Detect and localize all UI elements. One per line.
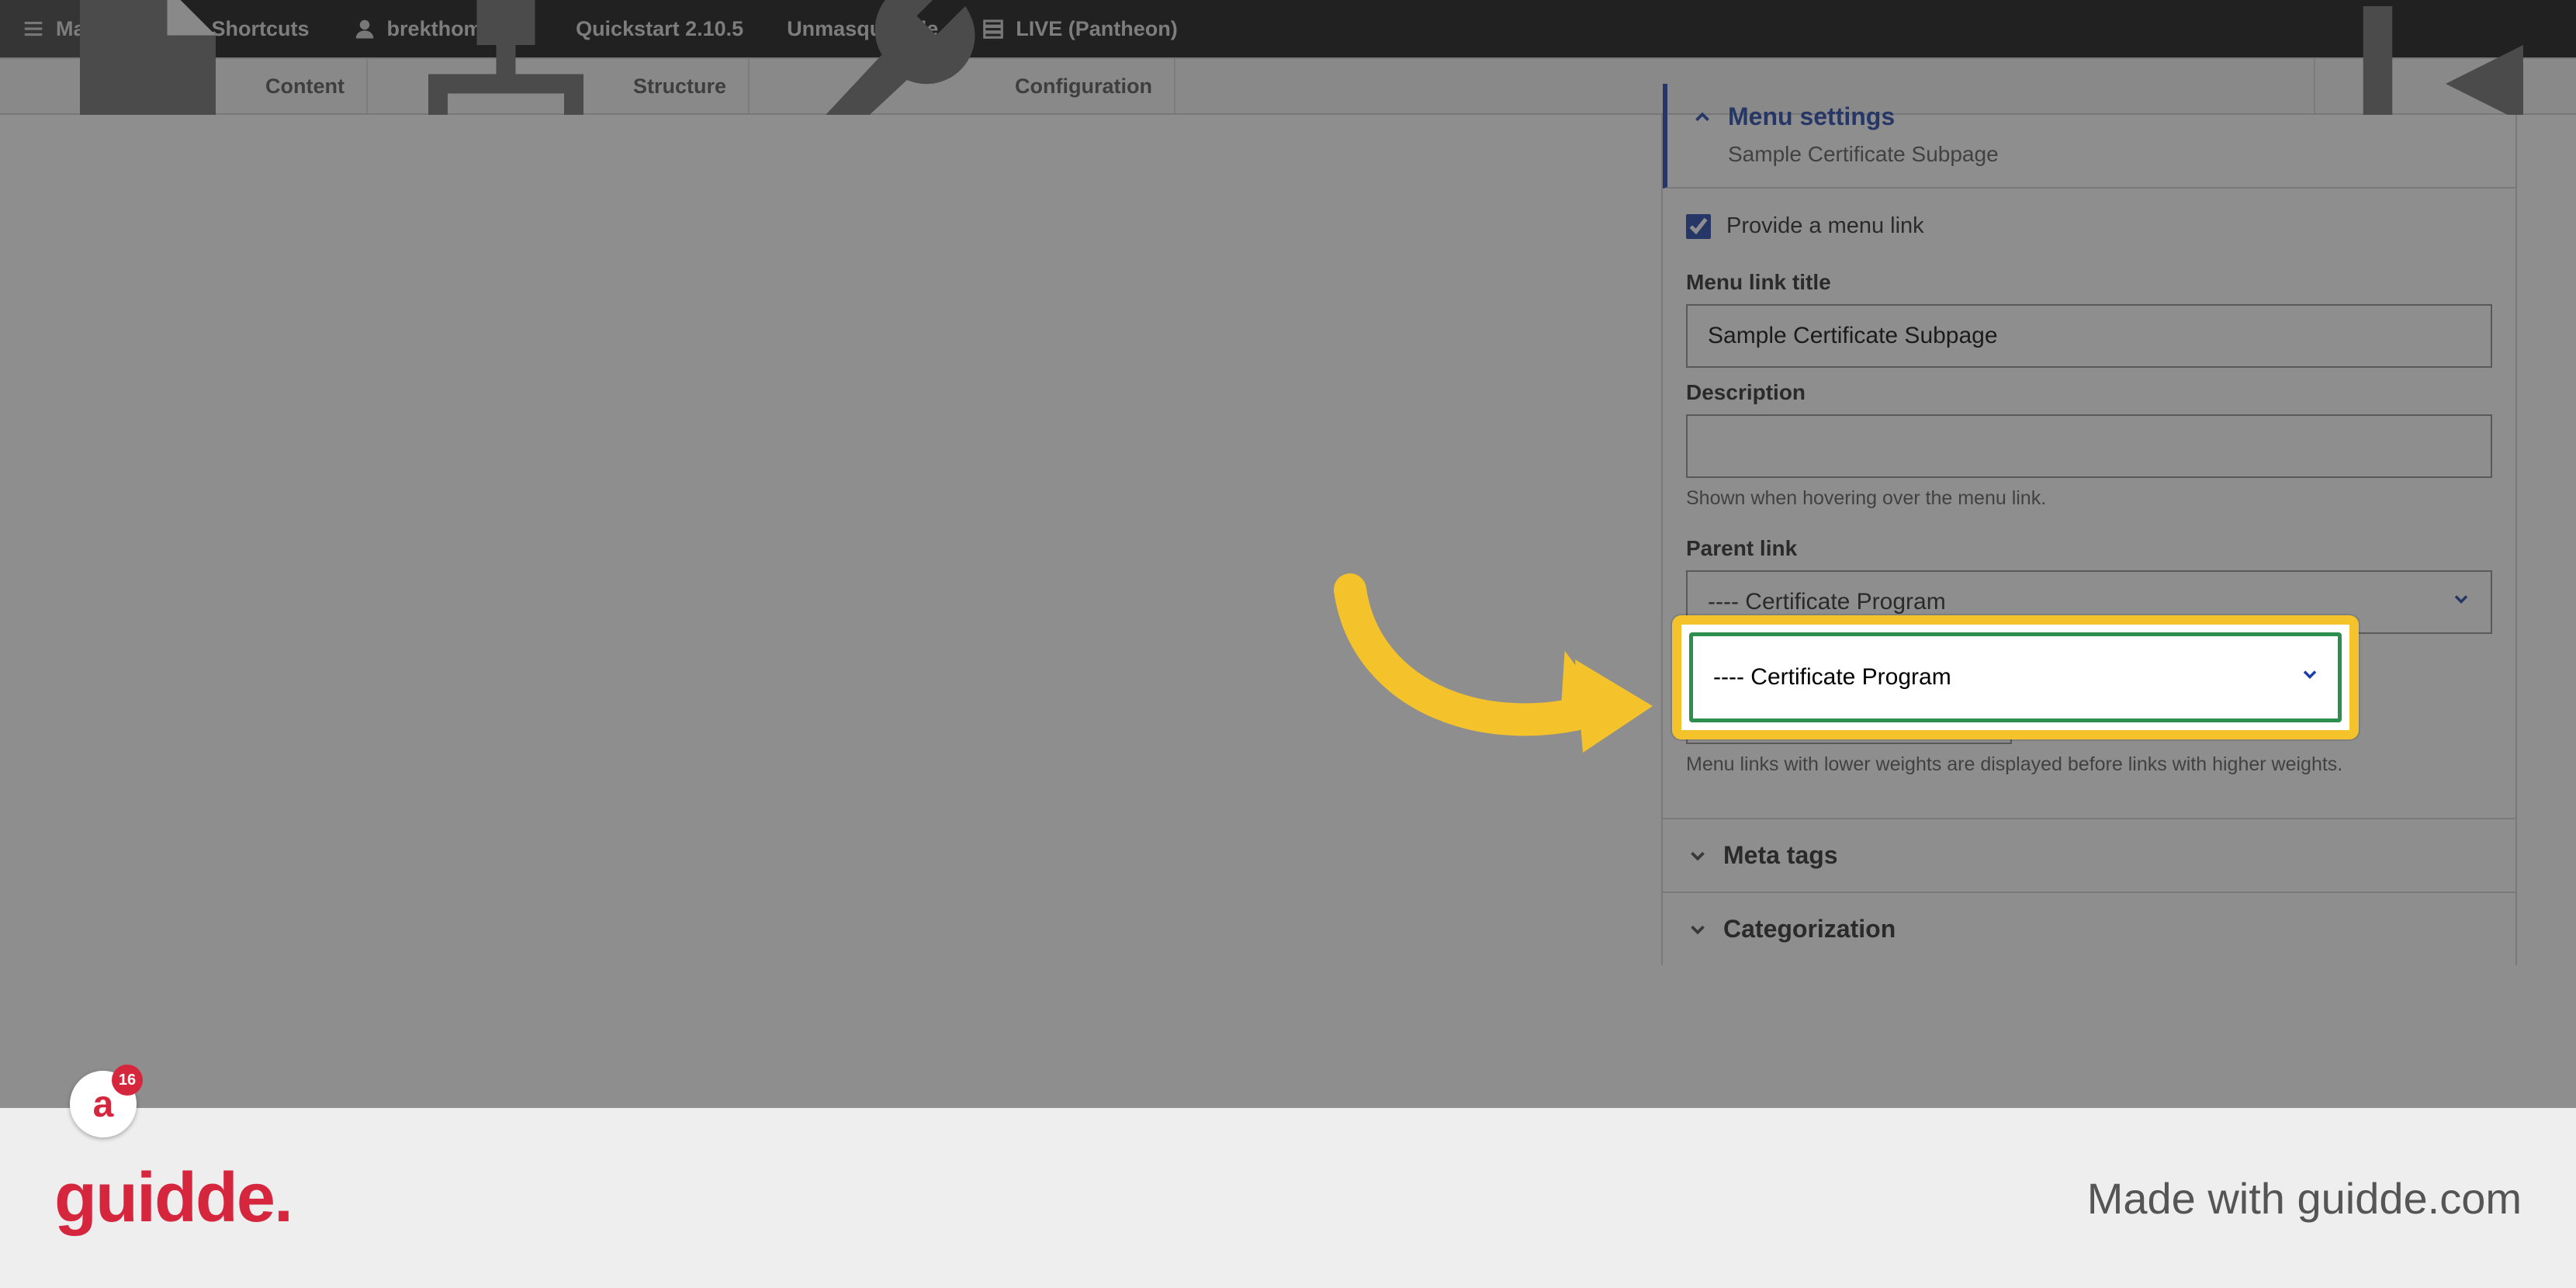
categorization-label: Categorization <box>1723 915 1896 943</box>
provide-menu-link-checkbox[interactable] <box>1686 214 1711 239</box>
menu-settings-subtitle: Sample Certificate Subpage <box>1667 142 2515 187</box>
badge-letter: a <box>93 1083 114 1126</box>
structure-tab[interactable]: Structure <box>368 59 750 113</box>
meta-tags-section[interactable]: Meta tags <box>1663 818 2515 892</box>
chevron-down-icon <box>1686 844 1709 867</box>
weight-help: Menu links with lower weights are displa… <box>1686 744 2492 790</box>
menu-link-title-input[interactable] <box>1686 304 2492 368</box>
provide-menu-link-label: Provide a menu link <box>1726 213 1924 239</box>
description-input[interactable] <box>1686 414 2492 478</box>
description-label: Description <box>1686 368 2492 414</box>
parent-link-value-highlighted: ---- Certificate Program <box>1713 664 1951 691</box>
chevron-down-icon <box>2299 663 2321 691</box>
guidde-logo: guidde. <box>54 1158 292 1238</box>
parent-link-value: ---- Certificate Program <box>1708 589 1946 615</box>
admin-toolbar-primary: Manage Shortcuts brekthompson Quickstart… <box>0 0 2576 57</box>
provide-menu-link-checkbox-row[interactable]: Provide a menu link <box>1686 204 2492 258</box>
guidde-attribution: Made with guidde.com <box>2087 1173 2522 1224</box>
parent-link-label: Parent link <box>1686 524 2492 570</box>
configuration-label: Configuration <box>1015 74 1152 99</box>
guidde-footer: guidde. Made with guidde.com <box>0 1108 2576 1288</box>
description-help: Shown when hovering over the menu link. <box>1686 478 2492 524</box>
settings-side-panel: Menu settings Sample Certificate Subpage… <box>1661 115 2517 965</box>
live-label: LIVE (Pantheon) <box>1016 17 1178 41</box>
chevron-up-icon <box>1691 106 1714 129</box>
menu-link-title-label: Menu link title <box>1686 258 2492 304</box>
badge-count: 16 <box>112 1065 143 1096</box>
chevron-down-icon <box>2450 588 2472 616</box>
app-canvas: Manage Shortcuts brekthompson Quickstart… <box>0 0 2576 1108</box>
user-icon <box>353 17 376 40</box>
notification-badge[interactable]: a 16 <box>70 1071 137 1137</box>
menu-settings-title: Menu settings <box>1728 102 1895 131</box>
structure-label: Structure <box>633 74 726 99</box>
configuration-tab[interactable]: Configuration <box>750 59 1175 113</box>
menu-settings-section: Menu settings Sample Certificate Subpage <box>1663 84 2515 189</box>
content-label: Content <box>265 74 345 99</box>
meta-tags-label: Meta tags <box>1723 841 1838 870</box>
categorization-section[interactable]: Categorization <box>1663 892 2515 965</box>
chevron-down-icon <box>1686 918 1709 941</box>
page-canvas: Menu settings Sample Certificate Subpage… <box>0 115 2576 1108</box>
menu-settings-header[interactable]: Menu settings <box>1667 84 2515 150</box>
content-tab[interactable]: Content <box>0 59 368 113</box>
parent-link-select-highlighted[interactable]: ---- Certificate Program <box>1689 632 2342 722</box>
highlight-parent-link: ---- Certificate Program <box>1672 615 2359 739</box>
